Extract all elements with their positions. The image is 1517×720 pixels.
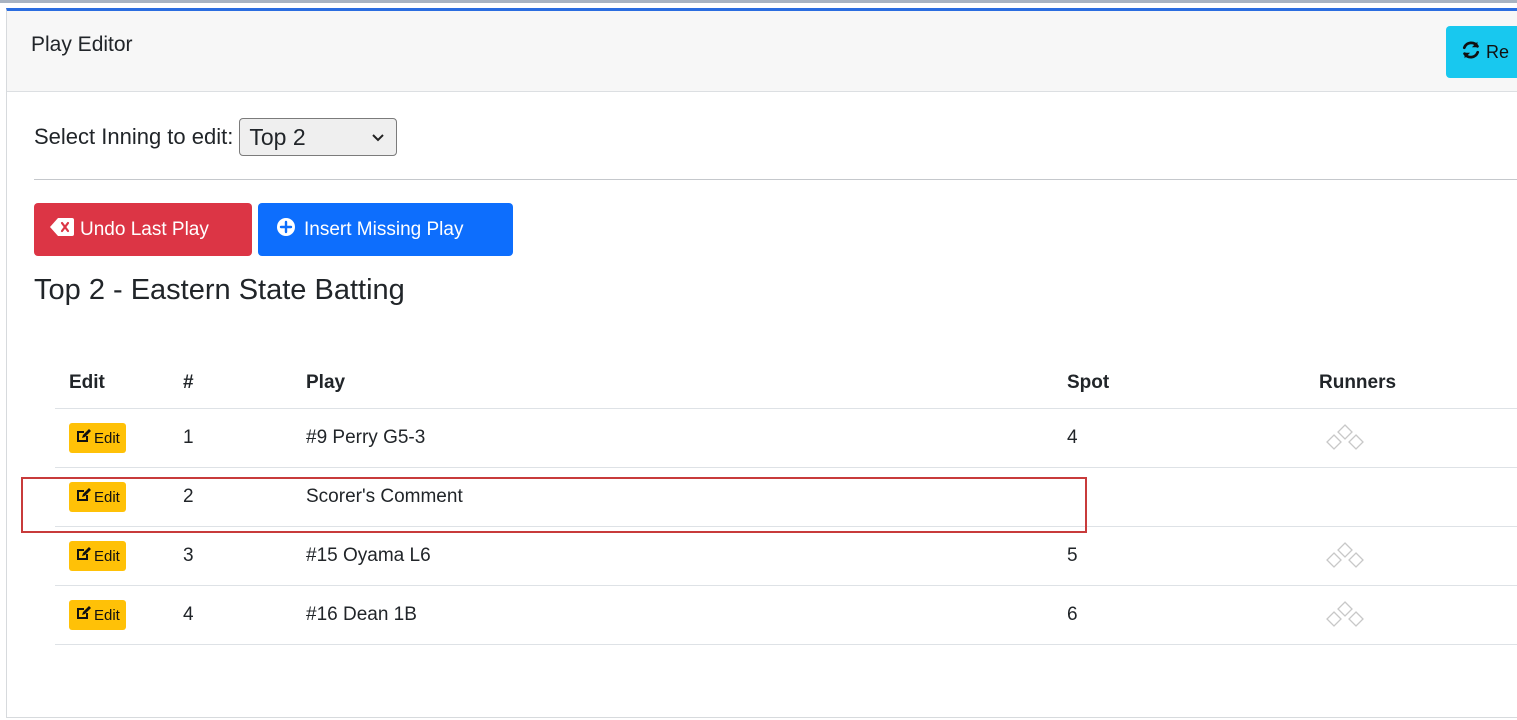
edit-label: Edit xyxy=(94,488,120,506)
edit-button[interactable]: Edit xyxy=(69,423,126,453)
inning-label: Select Inning to edit: xyxy=(34,124,234,149)
edit-icon xyxy=(75,487,91,507)
table-row: Edit 1 #9 Perry G5-3 4 xyxy=(55,409,1517,468)
edit-button[interactable]: Edit xyxy=(69,482,126,512)
chevron-down-icon xyxy=(372,130,385,145)
inning-selected-value: Top 2 xyxy=(249,123,306,150)
edit-icon xyxy=(75,546,91,566)
edit-cell: Edit xyxy=(69,527,126,585)
edit-button[interactable]: Edit xyxy=(69,541,126,571)
inning-select[interactable]: Top 2 xyxy=(239,118,398,156)
play-number: 4 xyxy=(183,604,194,625)
table-header-row: Edit # Play Spot Runners xyxy=(55,357,1517,409)
undo-label: Undo Last Play xyxy=(80,218,209,240)
lineup-spot: 5 xyxy=(1067,545,1078,566)
edit-cell: Edit xyxy=(69,409,126,467)
page-title: Play Editor xyxy=(31,33,133,56)
play-description: Scorer's Comment xyxy=(306,486,463,507)
refresh-label: Re xyxy=(1486,41,1510,62)
refresh-icon xyxy=(1460,39,1482,66)
column-header-spot: Spot xyxy=(1067,371,1110,393)
inning-section-title: Top 2 - Eastern State Batting xyxy=(34,274,405,306)
undo-last-play-button[interactable]: Undo Last Play xyxy=(34,203,252,256)
play-number: 3 xyxy=(183,545,194,566)
lineup-spot: 6 xyxy=(1067,604,1078,625)
play-number: 2 xyxy=(183,486,194,507)
card-header: Play Editor Re xyxy=(7,11,1517,92)
play-number: 1 xyxy=(183,427,194,448)
play-description: #9 Perry G5-3 xyxy=(306,427,426,448)
section-divider xyxy=(34,179,1517,180)
edit-button[interactable]: Edit xyxy=(69,600,126,630)
inning-selector-row: Select Inning to edit: Top 2 xyxy=(34,118,398,156)
browser-top-accent xyxy=(0,0,1517,3)
bases-diamond-icon xyxy=(1319,527,1371,585)
edit-cell: Edit xyxy=(69,468,126,526)
bases-diamond-icon xyxy=(1319,586,1371,644)
edit-icon xyxy=(75,605,91,625)
edit-label: Edit xyxy=(94,606,120,624)
column-header-edit: Edit xyxy=(69,371,105,393)
play-description: #16 Dean 1B xyxy=(306,604,417,625)
edit-icon xyxy=(75,428,91,448)
play-description: #15 Oyama L6 xyxy=(306,545,431,566)
bases-diamond-icon xyxy=(1319,409,1371,467)
column-header-number: # xyxy=(183,371,194,393)
table-row: Edit 3 #15 Oyama L6 5 xyxy=(55,527,1517,586)
plays-table: Edit # Play Spot Runners Edit 1 #9 Perry… xyxy=(55,357,1517,645)
edit-label: Edit xyxy=(94,429,120,447)
column-header-play: Play xyxy=(306,371,346,393)
table-row: Edit 2 Scorer's Comment xyxy=(55,468,1517,527)
backspace-icon xyxy=(50,217,74,243)
refresh-button[interactable]: Re xyxy=(1446,26,1517,78)
insert-missing-play-button[interactable]: Insert Missing Play xyxy=(258,203,513,256)
lineup-spot: 4 xyxy=(1067,427,1078,448)
edit-cell: Edit xyxy=(69,586,126,644)
plus-circle-icon xyxy=(274,217,298,243)
table-row: Edit 4 #16 Dean 1B 6 xyxy=(55,586,1517,645)
edit-label: Edit xyxy=(94,547,120,565)
column-header-runners: Runners xyxy=(1319,371,1397,393)
insert-label: Insert Missing Play xyxy=(304,218,464,240)
